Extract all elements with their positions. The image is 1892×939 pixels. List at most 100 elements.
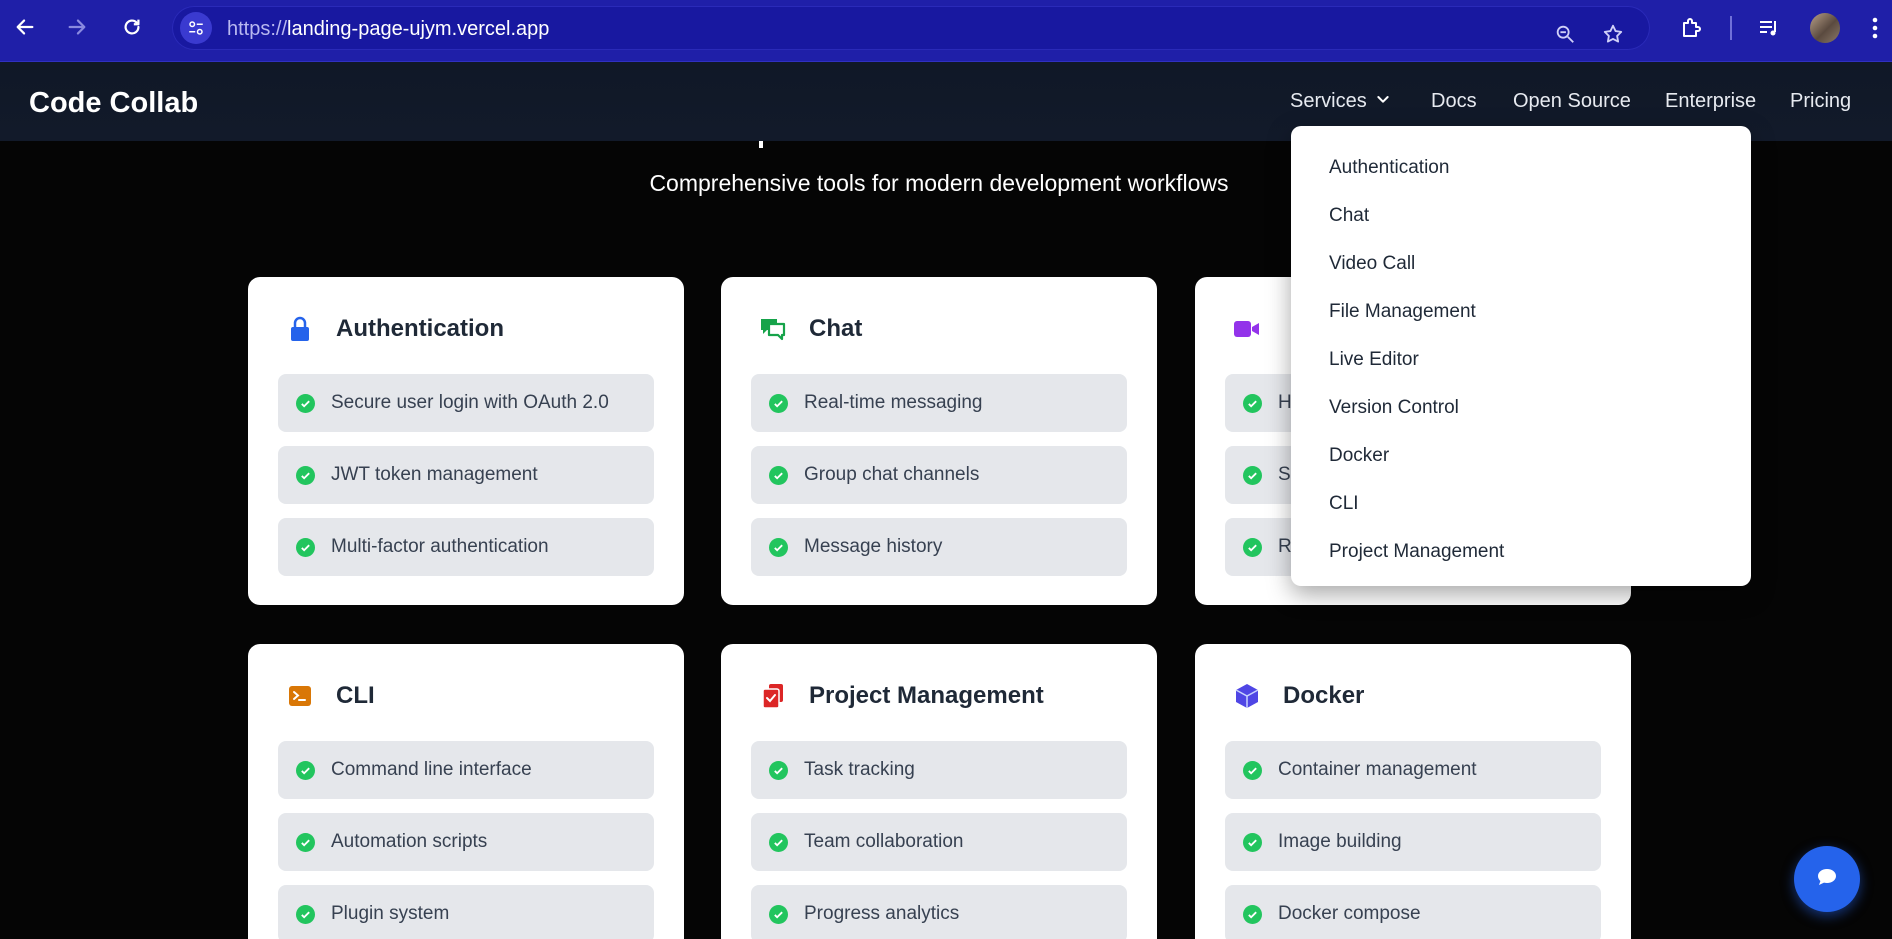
url-protocol: https://	[227, 18, 288, 40]
back-icon[interactable]	[8, 10, 42, 44]
chat-bubbles-icon	[759, 315, 787, 343]
zoom-icon[interactable]	[1550, 19, 1580, 49]
dropdown-item-project-management[interactable]: Project Management	[1329, 541, 1504, 563]
check-circle-icon	[296, 904, 315, 924]
check-circle-icon	[769, 393, 788, 413]
feature-item: Command line interface	[278, 741, 654, 799]
card-title: CLI	[336, 682, 375, 709]
check-circle-icon	[1243, 537, 1262, 557]
reload-icon[interactable]	[115, 10, 149, 44]
check-circle-icon	[296, 537, 315, 557]
feature-text: Real-time messaging	[804, 392, 983, 413]
media-queue-icon[interactable]	[1754, 13, 1784, 43]
card-title: Chat	[809, 315, 863, 342]
cube-icon	[1233, 682, 1261, 710]
check-circle-icon	[1243, 465, 1262, 485]
nav-enterprise[interactable]: Enterprise	[1665, 90, 1756, 113]
extensions-icon[interactable]	[1676, 13, 1706, 43]
check-circle-icon	[296, 393, 315, 413]
feature-text: Plugin system	[331, 903, 450, 924]
feature-text: Task tracking	[804, 759, 915, 780]
card-title: Project Management	[809, 682, 1044, 709]
feature-text: Command line interface	[331, 759, 532, 780]
feature-item: Team collaboration	[751, 813, 1127, 871]
service-card-chat: Chat Real-time messaging Group chat chan…	[721, 277, 1157, 605]
chat-bubble-icon	[1816, 867, 1838, 892]
feature-text: JWT token management	[331, 464, 538, 485]
check-circle-icon	[296, 832, 315, 852]
nav-services-label: Services	[1290, 90, 1367, 112]
check-circle-icon	[769, 537, 788, 557]
text-cursor	[759, 141, 763, 148]
feature-text: S	[1278, 464, 1291, 485]
check-circle-icon	[1243, 393, 1262, 413]
site-info-icon[interactable]	[180, 12, 212, 44]
feature-text: Container management	[1278, 759, 1477, 780]
video-camera-icon	[1233, 315, 1261, 343]
check-circle-icon	[1243, 832, 1262, 852]
feature-item: Real-time messaging	[751, 374, 1127, 432]
profile-avatar[interactable]	[1810, 13, 1840, 43]
feature-text: Image building	[1278, 831, 1402, 852]
brand-logo[interactable]: Code Collab	[29, 87, 198, 120]
browser-toolbar: https://landing-page-ujym.vercel.app	[0, 0, 1892, 62]
service-card-project-management: Project Management Task tracking Team co…	[721, 644, 1157, 939]
nav-pricing[interactable]: Pricing	[1790, 90, 1851, 113]
feature-item: Progress analytics	[751, 885, 1127, 939]
feature-text: Docker compose	[1278, 903, 1421, 924]
menu-kebab-icon[interactable]	[1860, 13, 1890, 43]
forward-icon[interactable]	[60, 10, 94, 44]
toolbar-divider	[1730, 16, 1732, 40]
tasks-icon	[759, 682, 787, 710]
feature-item: Plugin system	[278, 885, 654, 939]
feature-item: Docker compose	[1225, 885, 1601, 939]
feature-item: Container management	[1225, 741, 1601, 799]
dropdown-item-authentication[interactable]: Authentication	[1329, 157, 1449, 179]
lock-icon	[286, 315, 314, 343]
dropdown-item-docker[interactable]: Docker	[1329, 445, 1389, 467]
dropdown-item-live-editor[interactable]: Live Editor	[1329, 349, 1419, 371]
feature-item: Task tracking	[751, 741, 1127, 799]
check-circle-icon	[296, 760, 315, 780]
feature-text: Group chat channels	[804, 464, 980, 485]
service-card-authentication: Authentication Secure user login with OA…	[248, 277, 684, 605]
dropdown-item-chat[interactable]: Chat	[1329, 205, 1369, 227]
chevron-down-icon	[1375, 90, 1391, 113]
nav-open-source[interactable]: Open Source	[1513, 90, 1631, 113]
check-circle-icon	[769, 832, 788, 852]
feature-text: Multi-factor authentication	[331, 536, 549, 557]
url-host: landing-page-ujym.vercel.app	[287, 18, 550, 40]
feature-text: Secure user login with OAuth 2.0	[331, 392, 609, 413]
address-bar[interactable]: https://landing-page-ujym.vercel.app	[172, 6, 1650, 50]
nav-services[interactable]: Services	[1290, 90, 1391, 113]
feature-item: Message history	[751, 518, 1127, 576]
feature-text: R	[1278, 536, 1292, 557]
check-circle-icon	[1243, 904, 1262, 924]
terminal-icon	[286, 682, 314, 710]
dropdown-item-video-call[interactable]: Video Call	[1329, 253, 1415, 275]
feature-item: Automation scripts	[278, 813, 654, 871]
service-card-cli: CLI Command line interface Automation sc…	[248, 644, 684, 939]
feature-item: Secure user login with OAuth 2.0	[278, 374, 654, 432]
feature-item: JWT token management	[278, 446, 654, 504]
feature-text: Automation scripts	[331, 831, 488, 852]
service-card-docker: Docker Container management Image buildi…	[1195, 644, 1631, 939]
check-circle-icon	[1243, 760, 1262, 780]
feature-item: Image building	[1225, 813, 1601, 871]
feature-item: Group chat channels	[751, 446, 1127, 504]
feature-text: H	[1278, 392, 1292, 413]
check-circle-icon	[296, 465, 315, 485]
dropdown-item-version-control[interactable]: Version Control	[1329, 397, 1459, 419]
card-title: Authentication	[336, 315, 504, 342]
dropdown-item-cli[interactable]: CLI	[1329, 493, 1359, 515]
nav-docs[interactable]: Docs	[1431, 90, 1477, 113]
feature-text: Message history	[804, 536, 943, 557]
url-text: https://landing-page-ujym.vercel.app	[227, 18, 549, 41]
dropdown-item-file-management[interactable]: File Management	[1329, 301, 1476, 323]
check-circle-icon	[769, 465, 788, 485]
chat-button[interactable]	[1794, 846, 1860, 912]
check-circle-icon	[769, 760, 788, 780]
bookmark-star-icon[interactable]	[1598, 19, 1628, 49]
feature-text: Team collaboration	[804, 831, 964, 852]
services-dropdown: Authentication Chat Video Call File Mana…	[1291, 126, 1751, 586]
